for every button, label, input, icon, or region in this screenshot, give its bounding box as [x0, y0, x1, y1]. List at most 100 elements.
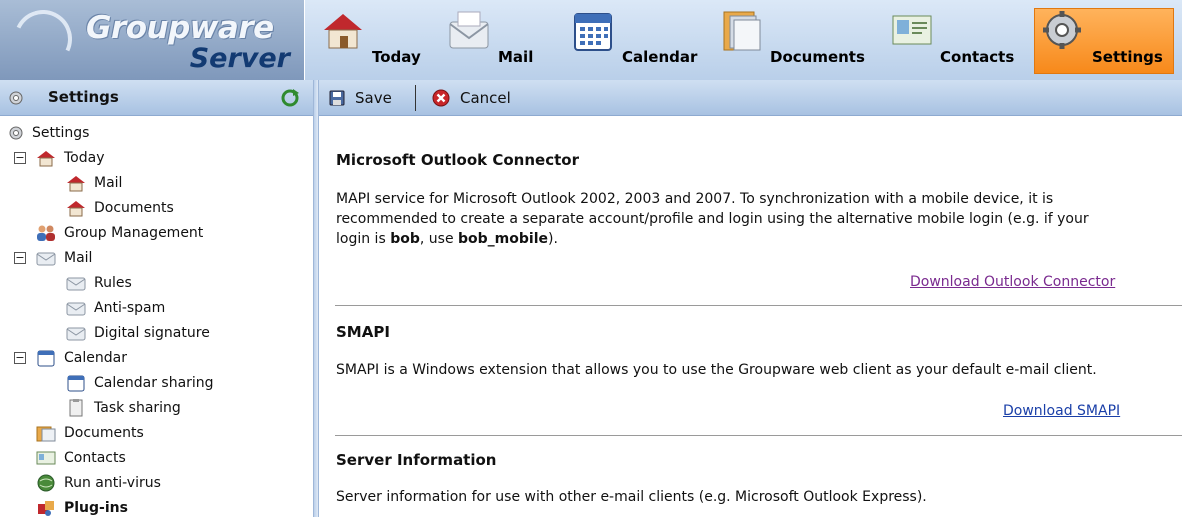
folder-documents-icon [723, 11, 761, 51]
house-icon [37, 151, 55, 167]
logo-swirl-icon [5, 1, 81, 77]
cancel-button[interactable]: Cancel [432, 86, 511, 110]
outlook-text: , use [419, 231, 459, 247]
outlook-section-description: MAPI service for Microsoft Outlook 2002,… [336, 189, 1116, 249]
envelope-icon [66, 277, 86, 291]
tree-label: Documents [64, 425, 144, 441]
download-outlook-connector-link[interactable]: Download Outlook Connector [910, 274, 1115, 290]
nav-label-mail: Mail [498, 48, 534, 66]
antivirus-globe-icon [37, 474, 55, 492]
tree-item-run-antivirus[interactable]: Run anti-virus [36, 471, 161, 495]
outlook-section-title: Microsoft Outlook Connector [336, 151, 579, 169]
contact-card-icon [36, 451, 56, 465]
tree-item-task-sharing[interactable]: Task sharing [66, 396, 181, 420]
nav-tab-settings-content[interactable]: Settings [1040, 8, 1170, 74]
tree-item-plugins[interactable]: Plug-ins [36, 496, 128, 517]
tree-label: Contacts [64, 450, 126, 466]
cancel-label: Cancel [460, 89, 511, 107]
nav-tab-calendar[interactable]: Calendar [570, 8, 710, 74]
outlook-text: ). [548, 231, 558, 247]
tree-label: Calendar [64, 350, 127, 366]
refresh-icon[interactable] [280, 88, 300, 108]
envelope-icon [36, 252, 56, 266]
nav-tab-today[interactable]: Today [320, 8, 430, 74]
tree-label: Calendar sharing [94, 375, 214, 391]
section-divider [335, 435, 1182, 436]
tree-item-digital-signature[interactable]: Digital signature [66, 321, 210, 345]
left-panel-header: Settings [0, 80, 313, 116]
tree-item-contacts[interactable]: Contacts [36, 446, 126, 470]
top-navigation: Groupware Server Today Mail Calendar Doc… [0, 0, 1182, 80]
gear-icon [9, 126, 23, 140]
app-logo: Groupware Server [0, 0, 305, 80]
house-icon [67, 201, 85, 217]
logo-line1: Groupware [86, 10, 274, 46]
left-panel-title: Settings [48, 88, 119, 106]
nav-tab-contacts[interactable]: Contacts [890, 8, 1030, 74]
nav-label-today: Today [372, 48, 421, 66]
tree-item-calendar[interactable]: Calendar [36, 346, 127, 370]
nav-label-settings: Settings [1092, 48, 1163, 66]
tree-label: Mail [64, 250, 93, 266]
nav-label-calendar: Calendar [622, 48, 698, 66]
settings-content: Microsoft Outlook Connector MAPI service… [319, 117, 1182, 517]
tree-item-today-documents[interactable]: Documents [66, 196, 174, 220]
envelope-icon [66, 327, 86, 341]
tree-item-rules[interactable]: Rules [66, 271, 132, 295]
download-smapi-link[interactable]: Download SMAPI [1003, 403, 1120, 419]
tree-item-settings[interactable]: Settings [8, 121, 89, 145]
nav-tab-mail[interactable]: Mail [446, 8, 546, 74]
house-icon [324, 14, 362, 49]
section-divider [335, 305, 1182, 306]
gear-icon [9, 91, 23, 105]
mobile-login-example: bob_mobile [458, 231, 548, 247]
calendar-icon [574, 13, 612, 51]
collapse-toggle[interactable]: − [14, 152, 26, 164]
tree-item-anti-spam[interactable]: Anti-spam [66, 296, 165, 320]
tree-item-today-mail[interactable]: Mail [66, 171, 122, 195]
floppy-disk-icon [329, 90, 345, 106]
nav-label-contacts: Contacts [940, 48, 1015, 66]
smapi-section-description: SMAPI is a Windows extension that allows… [336, 362, 1097, 378]
tree-label: Run anti-virus [64, 475, 161, 491]
calendar-icon [67, 375, 85, 392]
tree-label: Today [64, 150, 105, 166]
task-icon [69, 399, 83, 417]
tree-label: Mail [94, 175, 123, 191]
logo-line2: Server [189, 43, 290, 74]
tree-item-group-management[interactable]: Group Management [36, 221, 203, 245]
calendar-icon [37, 350, 55, 367]
tree-label: Documents [94, 200, 174, 216]
tree-label: Group Management [64, 225, 204, 241]
cancel-icon [432, 89, 450, 107]
nav-tab-documents[interactable]: Documents [718, 8, 878, 74]
collapse-toggle[interactable]: − [14, 352, 26, 364]
tree-label: Digital signature [94, 325, 210, 341]
collapse-toggle[interactable]: − [14, 252, 26, 264]
save-label: Save [355, 89, 392, 107]
folder-icon [36, 426, 56, 442]
tree-label: Rules [94, 275, 132, 291]
server-info-description: Server information for use with other e-… [336, 489, 927, 505]
envelope-icon [449, 11, 489, 49]
save-button[interactable]: Save [329, 86, 392, 110]
login-example: bob [390, 231, 420, 247]
toolbar-separator [415, 85, 416, 111]
tree-label: Task sharing [94, 400, 181, 416]
users-icon [37, 225, 55, 241]
plugin-puzzle-icon [38, 501, 54, 516]
tree-item-calendar-sharing[interactable]: Calendar sharing [66, 371, 214, 395]
nav-label-documents: Documents [770, 48, 865, 66]
toolbar: Save Cancel [319, 80, 1182, 116]
tree-item-today[interactable]: Today [36, 146, 105, 170]
tree-label: Settings [32, 125, 90, 141]
contact-card-icon [892, 15, 932, 45]
tree-item-documents[interactable]: Documents [36, 421, 144, 445]
tree-item-mail[interactable]: Mail [36, 246, 92, 270]
envelope-icon [66, 302, 86, 316]
house-icon [67, 176, 85, 192]
gear-icon [1043, 11, 1081, 49]
smapi-section-title: SMAPI [336, 323, 390, 341]
server-info-section-title: Server Information [336, 451, 497, 469]
tree-label: Plug-ins [64, 500, 128, 516]
